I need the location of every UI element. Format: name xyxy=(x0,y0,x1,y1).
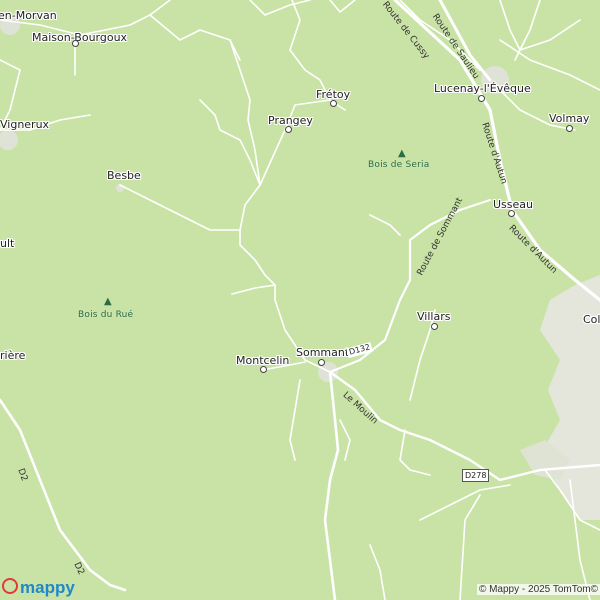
place-marker xyxy=(260,366,267,373)
place-label-usseau[interactable]: Usseau xyxy=(493,198,533,211)
mappy-logo-icon xyxy=(2,578,18,594)
place-label-prangey[interactable]: Prangey xyxy=(268,114,313,127)
place-label-col[interactable]: Col xyxy=(583,313,600,326)
place-marker xyxy=(431,323,438,330)
place-marker xyxy=(566,125,573,132)
place-marker xyxy=(72,40,79,47)
place-marker xyxy=(285,126,292,133)
map-canvas[interactable]: en-Morvan Maison-Bourgoux Vignerux ult r… xyxy=(0,0,600,600)
place-label-volmay[interactable]: Volmay xyxy=(549,112,589,125)
place-label-maison-bourgoux[interactable]: Maison-Bourgoux xyxy=(32,31,127,44)
place-label-riere[interactable]: rière xyxy=(0,349,25,362)
place-marker xyxy=(318,359,325,366)
place-marker xyxy=(330,100,337,107)
place-label-vignerux[interactable]: Vignerux xyxy=(0,118,49,131)
place-label-besbe[interactable]: Besbe xyxy=(107,169,141,182)
forest-icon: ▲ xyxy=(104,296,112,307)
mappy-logo[interactable]: mappy xyxy=(2,578,75,598)
copyright-notice: © Mappy - 2025 TomTom© xyxy=(476,584,600,595)
place-marker xyxy=(478,95,485,102)
road-ref-d278: D278 xyxy=(462,469,490,482)
place-label-ult[interactable]: ult xyxy=(0,237,14,250)
forest-label-rue: Bois du Rué xyxy=(78,310,134,320)
forest-label-seria: Bois de Seria xyxy=(368,160,430,170)
place-label-villars[interactable]: Villars xyxy=(417,310,450,323)
place-label-morvan[interactable]: en-Morvan xyxy=(0,9,57,22)
place-marker xyxy=(508,210,515,217)
forest-icon: ▲ xyxy=(398,148,406,159)
place-label-lucenay[interactable]: Lucenay-l'Évêque xyxy=(434,82,531,95)
place-label-sommant[interactable]: Sommant xyxy=(296,346,349,359)
